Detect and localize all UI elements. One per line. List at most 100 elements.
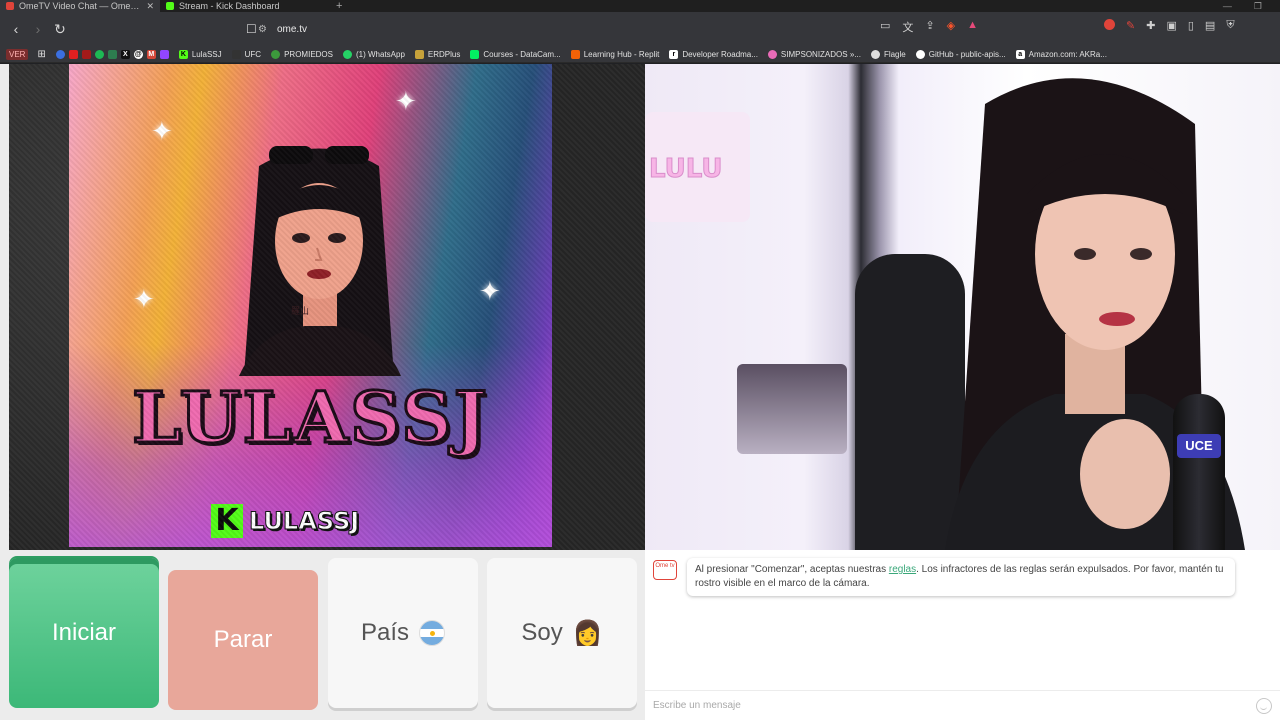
toy-shelf [737, 364, 847, 454]
tab-ometv[interactable]: OmeTV Video Chat — Omegle ✕ [0, 0, 160, 12]
bookmark-blue-icon[interactable] [55, 49, 65, 59]
bookmark-icon[interactable]: ☐ [246, 22, 257, 36]
flagle-icon [870, 49, 880, 59]
datacamp-icon [470, 49, 480, 59]
sidebar-icon[interactable]: ▯ [1188, 19, 1194, 32]
message-input-bar [645, 690, 1280, 720]
restore-icon[interactable]: ❐ [1254, 0, 1262, 12]
message-input[interactable] [653, 700, 1256, 711]
system-message: Al presionar "Comenzar", aceptas nuestra… [687, 558, 1235, 596]
bookmark-promiedos[interactable]: PROMIEDOS [266, 49, 338, 59]
cast-icon[interactable]: ▭ [880, 19, 890, 35]
puzzle-icon[interactable]: ✚ [1146, 19, 1155, 32]
wallet-icon[interactable]: ▤ [1205, 19, 1215, 32]
window-controls: — ❐ [1223, 0, 1280, 12]
reload-icon[interactable]: ↻ [50, 19, 70, 39]
bookmark-datacamp[interactable]: Courses - DataCam... [465, 49, 565, 59]
kick-badge: K LULASSJ [211, 504, 360, 538]
brave-shield-icon[interactable]: ◈ [947, 19, 955, 35]
chat-panel: Ome tv Al presionar "Comenzar", aceptas … [645, 550, 1280, 720]
poster-title: LULASSJ [131, 375, 489, 461]
star-icon: ✦ [133, 284, 155, 314]
bookmark-ver[interactable]: VER [6, 48, 29, 60]
nav-buttons: ‹ › ↻ [0, 19, 70, 39]
pixel-girl-illustration [239, 146, 401, 376]
country-button[interactable]: País [328, 558, 478, 708]
star-icon: ✦ [151, 116, 173, 146]
tab-kick-dashboard[interactable]: Stream - Kick Dashboard [160, 0, 328, 12]
simpsonizados-icon [767, 49, 777, 59]
brave-rewards-icon[interactable]: ▲ [967, 19, 978, 35]
translate-icon[interactable]: 文 [902, 19, 913, 35]
bookmark-roadmap[interactable]: r Developer Roadma... [664, 49, 763, 59]
wall-sign: LULU [645, 112, 750, 222]
start-button[interactable]: Iniciar [9, 558, 159, 708]
minimize-icon[interactable]: — [1223, 0, 1232, 12]
new-tab-button[interactable]: + [328, 0, 350, 12]
vpn-icon[interactable]: ⛨ [1226, 19, 1234, 32]
gender-button[interactable]: Soy 👩 [487, 558, 637, 708]
roadmap-icon: r [669, 49, 679, 59]
record-extension-icon[interactable] [1104, 19, 1115, 30]
bookmark-icon-group: X @ M [51, 49, 174, 59]
browser-tab-bar: OmeTV Video Chat — Omegle ✕ Stream - Kic… [0, 0, 1280, 12]
forward-arrow-icon[interactable]: › [28, 19, 48, 39]
twitch-icon[interactable] [159, 49, 169, 59]
bookmark-erdplus[interactable]: ERDPlus [410, 49, 465, 59]
bookmarks-bar: VER ⊞ X @ M K LulaSSJ UFC PROMIEDOS (1) W… [0, 46, 1280, 63]
bookmark-replit[interactable]: Learning Hub - Replit [566, 49, 665, 59]
browser-toolbar: ‹ › ↻ ☐ ⚙ ome.tv ▭ 文 ⇪ ◈ ▲ ✎ ✚ ▣ ▯ ▤ ⛨ [0, 12, 1280, 46]
apps-grid-icon[interactable]: ⊞ [32, 49, 50, 60]
bookmark-flagle[interactable]: Flagle [866, 49, 911, 59]
start-button-label: Iniciar [51, 619, 117, 646]
star-icon: ✦ [395, 86, 417, 116]
omnibox-actions: ▭ 文 ⇪ ◈ ▲ [880, 19, 978, 35]
amazon-icon: a [1015, 49, 1025, 59]
mic-label: UCE [1177, 434, 1221, 458]
close-tab-icon[interactable]: ✕ [146, 1, 154, 12]
system-message-text: Al presionar "Comenzar", aceptas nuestra… [695, 564, 889, 575]
kick-channel-name: LULASSJ [248, 507, 360, 536]
kick-favicon-icon [166, 2, 174, 10]
spotify-icon[interactable] [94, 49, 104, 59]
bookmark-simpsonizados[interactable]: SIMPSONIZADOS »... [763, 49, 866, 59]
x-icon[interactable]: X [120, 49, 130, 59]
tab-title: OmeTV Video Chat — Omegle [19, 1, 142, 11]
ometv-page: ✦ ✦ ✦ ✦ 羅山 LULASSJ K LULASSJ LULU UCE In… [0, 64, 1280, 720]
stop-button[interactable]: Parar [168, 570, 318, 710]
bookmark-whatsapp[interactable]: (1) WhatsApp [338, 49, 410, 59]
microphone: UCE [1173, 394, 1225, 550]
remote-video: LULU UCE [645, 64, 1280, 550]
site-settings-icon[interactable]: ⚙ [258, 24, 267, 35]
kick-icon: K [178, 49, 188, 59]
replit-icon [570, 49, 580, 59]
threads-icon[interactable]: @ [133, 49, 143, 59]
bookmark-red-icon[interactable] [81, 49, 91, 59]
screenshot-icon[interactable]: ▣ [1166, 19, 1176, 32]
bookmark-amazon[interactable]: a Amazon.com: AKRa... [1011, 49, 1112, 59]
ufc-icon [231, 49, 241, 59]
argentina-flag-icon [419, 620, 446, 646]
emoji-picker-icon[interactable] [1256, 697, 1272, 714]
rules-link[interactable]: reglas [889, 564, 916, 575]
erdplus-icon [414, 49, 424, 59]
whatsapp-icon [343, 49, 352, 59]
wall-sign-text: LULU [649, 154, 724, 185]
bookmark-lulassj[interactable]: K LulaSSJ [174, 49, 227, 59]
ometv-logo-icon: Ome tv [653, 560, 677, 580]
bookmark-green-icon[interactable] [107, 49, 117, 59]
woman-emoji-icon: 👩 [572, 619, 603, 647]
extension-icon[interactable]: ✎ [1126, 19, 1135, 32]
chat-controls: Iniciar Parar País Soy 👩 [9, 558, 637, 710]
gender-button-label: Soy [521, 619, 563, 646]
bookmark-github[interactable]: GitHub - public-apis... [911, 49, 1011, 59]
share-icon[interactable]: ⇪ [925, 19, 934, 35]
stop-button-label: Parar [213, 626, 273, 653]
promiedos-icon [271, 49, 281, 59]
address-text[interactable]: ome.tv [277, 24, 307, 35]
youtube-icon[interactable] [68, 49, 78, 59]
gmail-icon[interactable]: M [146, 49, 156, 59]
ometv-favicon-icon [6, 2, 14, 10]
bookmark-ufc[interactable]: UFC [227, 49, 266, 59]
back-arrow-icon[interactable]: ‹ [6, 19, 26, 39]
